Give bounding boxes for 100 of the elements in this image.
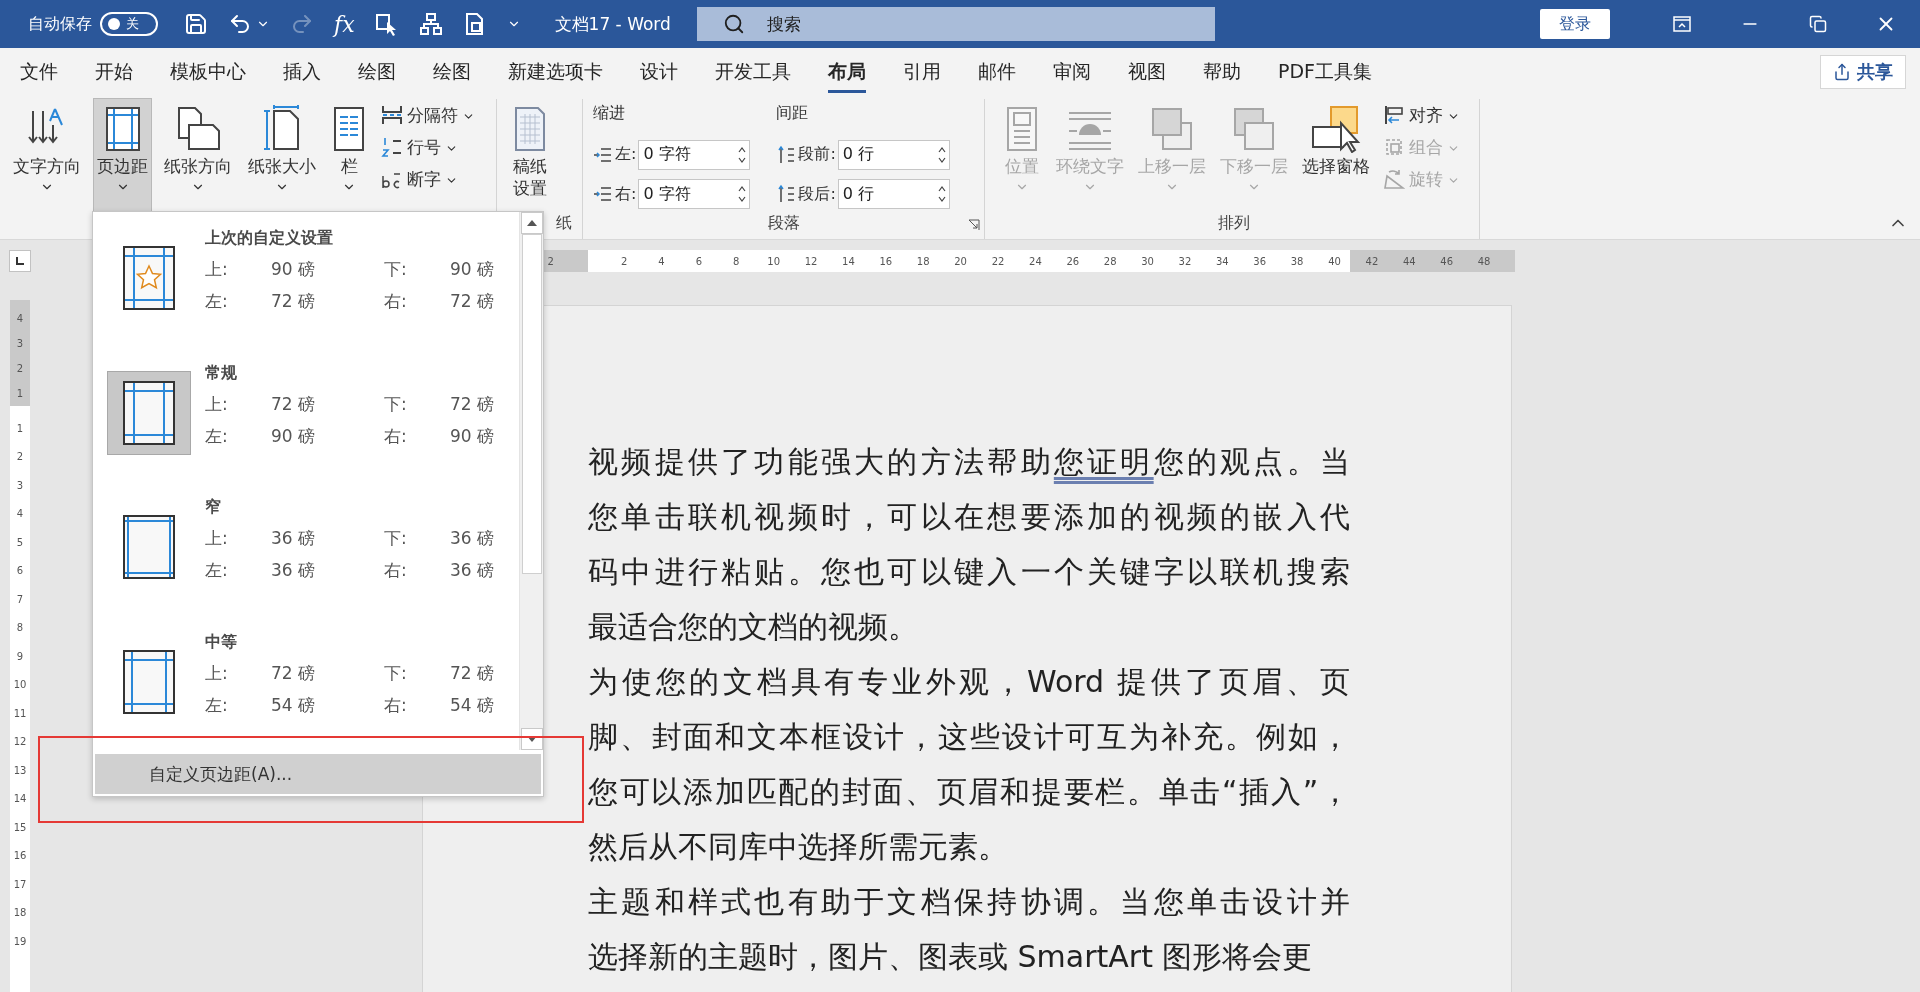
field-label: 段前: <box>798 144 836 166</box>
ruler-number: 36 <box>1252 255 1268 267</box>
search-box[interactable]: 搜索 <box>696 7 1215 41</box>
custom-margins-menu-item[interactable]: 自定义页边距(A)... <box>95 754 541 794</box>
document-text-line: 为使您的文档具有专业外观，Word 提供了页眉、页 <box>588 663 1350 701</box>
share-button[interactable]: 共享 <box>1820 54 1906 89</box>
document-text-line: 选择新的主题时，图片、图表或 SmartArt 图形将会更 <box>588 938 1314 976</box>
ribbon-tab[interactable]: 开始 <box>95 58 133 93</box>
ribbon-tab[interactable]: 引用 <box>903 58 941 93</box>
ribbon-tab[interactable]: 插入 <box>283 58 321 93</box>
margin-label: 左: <box>205 693 229 717</box>
hierarchy-icon[interactable] <box>418 12 443 36</box>
tab-stop-selector[interactable] <box>9 250 31 272</box>
autosave-toggle[interactable]: 关 <box>100 12 158 36</box>
spin-box[interactable]: 0 字符 <box>638 140 751 170</box>
margin-value: 36 磅 <box>271 527 317 550</box>
ruler-number: 32 <box>1177 255 1193 267</box>
ruler-number: 2 <box>619 255 629 267</box>
ribbon-tab[interactable]: 绘图 <box>358 58 396 93</box>
page-margins-icon <box>123 515 175 579</box>
spin-box[interactable]: 0 行 <box>837 140 950 170</box>
margin-label: 右: <box>384 424 408 448</box>
manuscript-settings-button[interactable]: 稿纸设置 <box>507 99 553 211</box>
ribbon-button[interactable]: 栏 <box>329 99 369 211</box>
columns-icon <box>332 105 366 153</box>
margin-value: 72 磅 <box>450 392 496 416</box>
ribbon-tab[interactable]: 设计 <box>640 58 678 93</box>
ribbon-tab[interactable]: 文件 <box>20 58 58 93</box>
ribbon-button[interactable]: 纸张大小 <box>245 99 319 211</box>
ruler-number: 22 <box>990 255 1006 267</box>
ruler-number: 4 <box>16 507 24 522</box>
ruler-number: 6 <box>16 564 24 579</box>
spin-box[interactable]: 0 行 <box>837 179 950 210</box>
ruler-number: 19 <box>13 934 27 949</box>
ribbon-tab[interactable]: 邮件 <box>978 58 1016 93</box>
scroll-down-icon[interactable] <box>520 728 543 750</box>
group-label: 纸 <box>556 213 572 234</box>
ribbon-tab[interactable]: 绘图 <box>433 58 471 93</box>
ruler-number: 11 <box>13 706 27 721</box>
spin-box[interactable]: 0 字符 <box>638 179 751 210</box>
undo-icon[interactable] <box>228 12 252 36</box>
margin-label: 上: <box>205 527 229 550</box>
ribbon-tab[interactable]: 视图 <box>1128 58 1166 93</box>
ruler-number: 34 <box>1214 255 1230 267</box>
document-text-line: 脚、封面和文本框设计，这些设计可互为补充。例如， <box>588 718 1350 756</box>
ribbon-button[interactable]: 行号 <box>379 133 477 161</box>
page-margins-icon <box>123 649 175 714</box>
ribbon-tab[interactable]: PDF工具集 <box>1278 58 1373 93</box>
ribbon-button[interactable]: 断字 <box>379 165 477 193</box>
margin-value: 72 磅 <box>271 392 317 416</box>
ribbon-button[interactable]: 选择窗格 <box>1299 99 1373 211</box>
spin-field[interactable]: 0 行 <box>842 145 923 165</box>
document-text-line: 您单击联机视频时，可以在想要添加的视频的嵌入代 <box>588 498 1350 536</box>
spin-field[interactable]: 0 字符 <box>643 184 724 204</box>
field-label: 段后: <box>798 183 836 205</box>
ruler-number: 40 <box>1327 255 1342 267</box>
ribbon-tab[interactable]: 布局 <box>828 58 866 93</box>
spin-field[interactable]: 0 字符 <box>643 145 724 165</box>
ribbon-button[interactable]: 分隔符 <box>379 101 477 129</box>
ruler-number: 12 <box>803 255 819 267</box>
ribbon-button[interactable]: 页边距 <box>94 99 151 211</box>
ruler-number: 16 <box>878 255 894 267</box>
field-label: 左: <box>615 144 637 166</box>
ribbon-button[interactable]: 文字方向 <box>10 99 84 211</box>
spin-field[interactable]: 0 行 <box>842 184 923 204</box>
ruler-number: 2 <box>16 362 24 376</box>
ruler-number: 6 <box>694 255 704 267</box>
ruler-number: 16 <box>13 849 27 864</box>
paper-size-icon <box>262 105 302 153</box>
ruler-number: 18 <box>13 906 27 921</box>
ribbon-button[interactable]: 纸张方向 <box>161 99 235 211</box>
ribbon-tab[interactable]: 新建选项卡 <box>508 58 603 93</box>
ruler-number: 8 <box>16 621 24 636</box>
save-icon[interactable] <box>184 12 208 36</box>
margin-value: 90 磅 <box>450 424 496 448</box>
margin-value: 90 磅 <box>450 258 496 281</box>
ribbon-tab[interactable]: 帮助 <box>1203 58 1241 93</box>
scroll-up-icon[interactable] <box>520 212 543 234</box>
margin-value: 36 磅 <box>450 559 496 582</box>
ribbon-tab[interactable]: 模板中心 <box>170 58 246 93</box>
scrollbar-thumb[interactable] <box>521 234 542 574</box>
ribbon-tab[interactable]: 开发工具 <box>715 58 791 93</box>
margin-label: 右: <box>384 559 408 582</box>
ruler-number: 12 <box>13 735 27 750</box>
document-text-line: 最适合您的文档的视频。 <box>588 608 919 646</box>
ribbon-tab[interactable]: 审阅 <box>1053 58 1091 93</box>
ruler-number: 4 <box>16 312 24 326</box>
margin-preview-thumbnail[interactable] <box>107 370 191 455</box>
formula-button[interactable]: fx <box>334 11 355 37</box>
ruler-number: 20 <box>953 255 968 267</box>
search-field[interactable]: 搜索 <box>766 14 967 34</box>
dialog-launcher-icon[interactable] <box>968 219 980 231</box>
document-text-line: 然后从不同库中选择所需元素。 <box>588 828 1009 866</box>
ruler-number: 9 <box>16 649 24 664</box>
document-text-line: 码中进行粘贴。您也可以键入一个关键字以联机搜索 <box>588 553 1350 591</box>
margin-value: 36 磅 <box>450 527 496 550</box>
login-button[interactable]: 登录 <box>1540 9 1610 39</box>
margin-value: 72 磅 <box>271 290 317 313</box>
ribbon-button[interactable]: 对齐 <box>1381 101 1462 129</box>
document-text-line: 您可以添加匹配的封面、页眉和提要栏。单击“插入”， <box>588 773 1350 811</box>
